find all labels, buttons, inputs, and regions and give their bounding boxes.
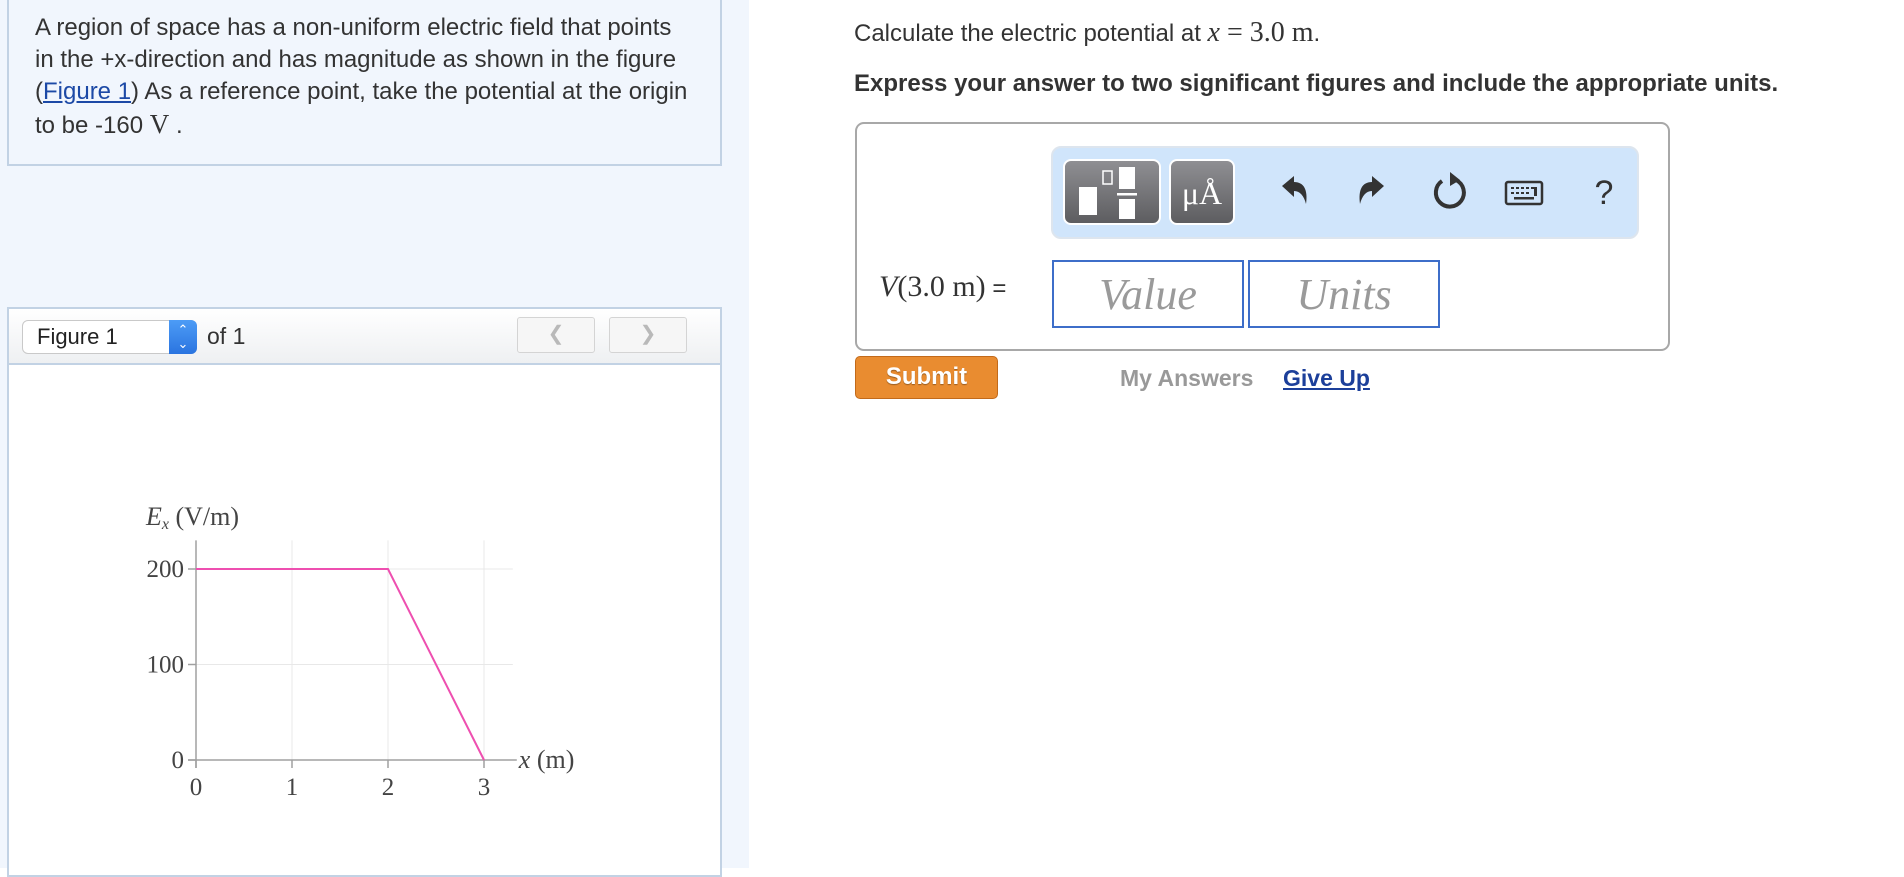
templates-button[interactable] bbox=[1063, 159, 1161, 225]
question-suffix: . bbox=[1314, 20, 1321, 47]
my-answers-link[interactable]: My Answers bbox=[1120, 365, 1253, 392]
answer-label-var: V bbox=[879, 270, 897, 303]
submit-button[interactable]: Submit bbox=[855, 356, 998, 399]
question-var: x bbox=[1208, 17, 1220, 48]
column-divider bbox=[722, 0, 749, 868]
value-input[interactable] bbox=[1052, 260, 1244, 328]
redo-icon bbox=[1352, 168, 1392, 212]
units-icon: μÅ bbox=[1182, 175, 1222, 211]
y-tick-label: 0 bbox=[172, 747, 185, 774]
x-tick-label: 2 bbox=[382, 774, 395, 801]
question-text: Calculate the electric potential at x = … bbox=[854, 17, 1320, 49]
answer-label-arg: (3.0 m) bbox=[897, 270, 985, 303]
undo-icon bbox=[1274, 168, 1314, 212]
redo-button[interactable] bbox=[1349, 168, 1395, 218]
y-axis-label: Ex (V/m) bbox=[145, 502, 239, 533]
answer-label: V(3.0 m) = bbox=[879, 270, 1006, 304]
templates-icon bbox=[1065, 161, 1159, 223]
instruction-text: Express your answer to two significant f… bbox=[854, 70, 1778, 98]
math-toolbar: μÅ ? bbox=[1051, 146, 1639, 239]
units-input[interactable] bbox=[1248, 260, 1440, 328]
x-tick-label: 3 bbox=[478, 774, 491, 801]
y-tick-label: 200 bbox=[147, 556, 185, 583]
x-tick-label: 1 bbox=[286, 774, 299, 801]
answer-box: μÅ ? V(3.0 m) = bbox=[855, 122, 1670, 351]
undo-button[interactable] bbox=[1271, 168, 1317, 218]
reset-button[interactable] bbox=[1427, 168, 1473, 218]
x-tick-label: 0 bbox=[190, 774, 203, 801]
units-button[interactable]: μÅ bbox=[1169, 159, 1235, 225]
help-icon: ? bbox=[1595, 174, 1614, 212]
y-tick-label: 100 bbox=[147, 652, 185, 679]
keyboard-icon bbox=[1502, 168, 1546, 212]
give-up-link[interactable]: Give Up bbox=[1283, 365, 1370, 392]
question-equals: = 3.0 m bbox=[1220, 17, 1314, 48]
question-math: x = 3.0 m bbox=[1208, 17, 1314, 48]
help-button[interactable]: ? bbox=[1581, 168, 1627, 218]
keyboard-button[interactable] bbox=[1501, 168, 1547, 218]
answer-label-eq: = bbox=[986, 275, 1007, 302]
x-axis-label: x (m) bbox=[518, 745, 575, 774]
field-chart: 0 100 200 0 1 2 3 Ex (V/m) x (m) bbox=[0, 0, 720, 868]
reset-icon bbox=[1428, 168, 1472, 214]
question-prefix: Calculate the electric potential at bbox=[854, 20, 1208, 47]
